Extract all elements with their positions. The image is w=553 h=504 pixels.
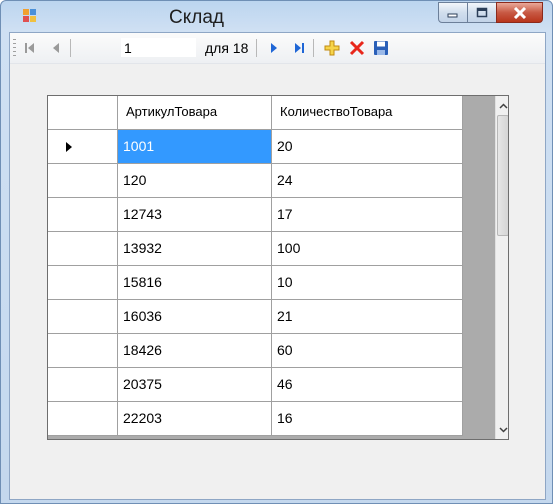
column-header-quantity[interactable]: КоличествоТовара — [272, 96, 463, 130]
row-header[interactable] — [48, 402, 118, 436]
move-first-button[interactable] — [23, 40, 37, 56]
save-button[interactable] — [372, 40, 390, 56]
delete-button[interactable] — [348, 40, 366, 56]
row-header[interactable] — [48, 198, 118, 232]
cell-quantity[interactable]: 60 — [272, 334, 463, 368]
save-icon — [374, 41, 388, 55]
scroll-up-button[interactable] — [496, 97, 508, 114]
table-row[interactable]: 20375 46 — [48, 368, 463, 402]
separator — [70, 39, 71, 57]
vertical-scrollbar[interactable] — [495, 96, 508, 439]
delete-icon — [349, 40, 365, 56]
maximize-icon — [476, 7, 488, 18]
column-header-article[interactable]: АртикулТовара — [118, 96, 272, 130]
title-bar[interactable]: Склад — [1, 1, 552, 35]
row-header[interactable] — [48, 232, 118, 266]
add-new-button[interactable] — [323, 40, 341, 56]
move-previous-icon — [53, 43, 59, 53]
move-previous-button[interactable] — [49, 40, 63, 56]
cell-quantity[interactable]: 17 — [272, 198, 463, 232]
move-first-icon — [25, 43, 34, 53]
move-next-icon — [271, 43, 277, 53]
cell-quantity[interactable]: 100 — [272, 232, 463, 266]
table-row[interactable]: 120 24 — [48, 164, 463, 198]
row-header[interactable] — [48, 164, 118, 198]
main-window: Склад для 18 — [0, 0, 553, 504]
table-row[interactable]: 15816 10 — [48, 266, 463, 300]
table-row[interactable]: 22203 16 — [48, 402, 463, 436]
cell-quantity[interactable]: 21 — [272, 300, 463, 334]
scroll-down-button[interactable] — [496, 421, 508, 438]
chevron-up-icon — [498, 102, 508, 109]
move-last-icon — [295, 43, 304, 53]
table-row[interactable]: 1001 20 — [48, 130, 463, 164]
maximize-button[interactable] — [467, 2, 497, 23]
cell-article[interactable]: 120 — [118, 164, 272, 198]
cell-article[interactable]: 13932 — [118, 232, 272, 266]
table-row[interactable]: 12743 17 — [48, 198, 463, 232]
separator — [256, 39, 257, 57]
chevron-down-icon — [498, 426, 508, 433]
scroll-thumb[interactable] — [497, 115, 508, 236]
separator — [313, 39, 314, 57]
minimize-icon — [447, 13, 458, 17]
close-button[interactable] — [496, 2, 543, 23]
position-input[interactable] — [121, 38, 196, 57]
close-icon — [513, 6, 526, 19]
row-header[interactable] — [48, 300, 118, 334]
cell-article[interactable]: 15816 — [118, 266, 272, 300]
row-header[interactable] — [48, 368, 118, 402]
table-row[interactable]: 13932 100 — [48, 232, 463, 266]
minimize-button[interactable] — [438, 2, 468, 23]
cell-quantity[interactable]: 10 — [272, 266, 463, 300]
row-header[interactable] — [48, 334, 118, 368]
cell-quantity[interactable]: 20 — [272, 130, 463, 164]
current-row-icon — [66, 142, 72, 152]
table-row[interactable]: 16036 21 — [48, 300, 463, 334]
cell-article[interactable]: 1001 — [118, 130, 272, 164]
binding-navigator: для 18 — [10, 33, 545, 64]
toolbar-grip[interactable] — [13, 39, 16, 57]
cell-quantity[interactable]: 46 — [272, 368, 463, 402]
cell-article[interactable]: 22203 — [118, 402, 272, 436]
count-label: для 18 — [205, 40, 249, 56]
cell-article[interactable]: 16036 — [118, 300, 272, 334]
cell-article[interactable]: 18426 — [118, 334, 272, 368]
cell-article[interactable]: 12743 — [118, 198, 272, 232]
header-row: АртикулТовара КоличествоТовара — [48, 96, 463, 130]
table-row[interactable]: 18426 60 — [48, 334, 463, 368]
row-header[interactable] — [48, 130, 118, 164]
corner-header[interactable] — [48, 96, 118, 130]
cell-quantity[interactable]: 24 — [272, 164, 463, 198]
move-next-button[interactable] — [267, 40, 281, 56]
caption-buttons — [438, 2, 543, 24]
row-header[interactable] — [48, 266, 118, 300]
data-grid[interactable]: АртикулТовара КоличествоТовара 1001 20 1… — [47, 95, 509, 440]
move-last-button[interactable] — [292, 40, 306, 56]
cell-article[interactable]: 20375 — [118, 368, 272, 402]
add-new-icon — [324, 40, 340, 56]
cell-quantity[interactable]: 16 — [272, 402, 463, 436]
